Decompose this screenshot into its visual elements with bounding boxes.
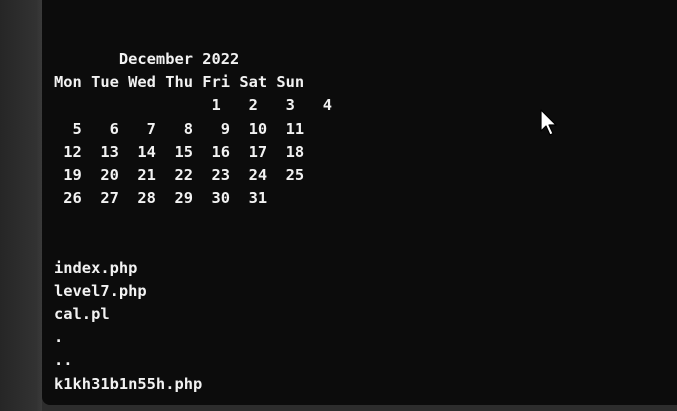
calendar-week-row: 5 6 7 8 9 10 11 xyxy=(54,119,305,138)
file-listing-item: cal.pl xyxy=(54,305,110,324)
file-listing-item: .. xyxy=(54,351,73,370)
mouse-pointer-icon xyxy=(540,109,557,136)
file-listing-item: k1kh31b1n55h.php xyxy=(54,374,203,393)
file-listing-item: level7.php xyxy=(54,281,147,300)
terminal-output[interactable]: December 2022 Mon Tue Wed Thu Fri Sat Sun… xyxy=(42,0,677,405)
file-listing-item: index.php xyxy=(54,258,138,277)
calendar-week-row: 26 27 28 29 30 31 xyxy=(54,189,268,208)
calendar-week-row: 19 20 21 22 23 24 25 xyxy=(54,165,305,184)
file-listing-item: . xyxy=(54,328,64,347)
calendar-week-row: 12 13 14 15 16 17 18 xyxy=(54,142,305,161)
calendar-title: December 2022 xyxy=(54,50,240,68)
window-left-edge xyxy=(0,0,42,411)
calendar-week-row: 1 2 3 4 xyxy=(54,96,332,115)
terminal-text: December 2022 Mon Tue Wed Thu Fri Sat Sun… xyxy=(54,48,332,396)
calendar-weekday-header: Mon Tue Wed Thu Fri Sat Sun xyxy=(54,73,305,92)
app-window: December 2022 Mon Tue Wed Thu Fri Sat Sun… xyxy=(0,0,677,411)
